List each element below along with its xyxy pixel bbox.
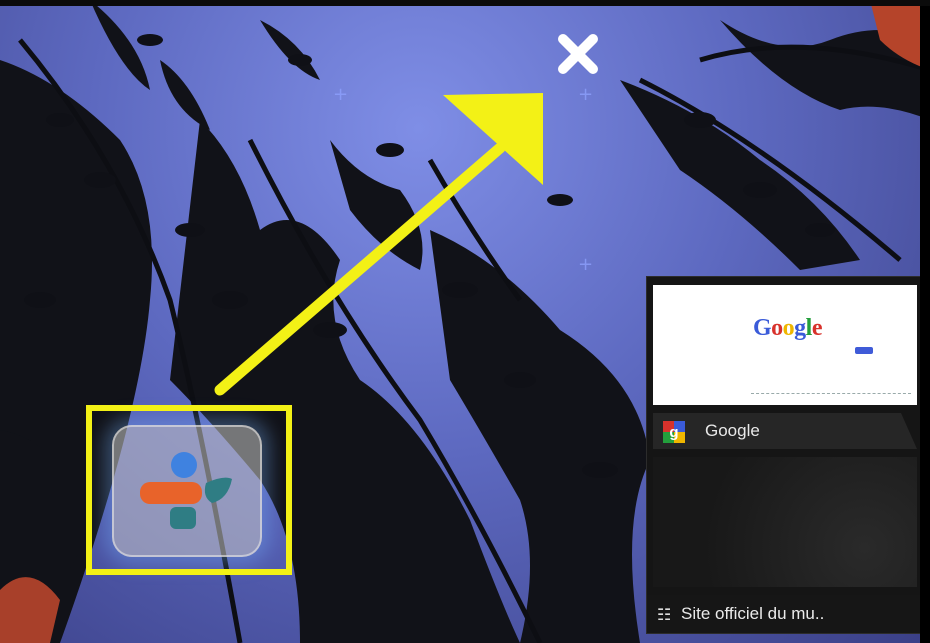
tab-title: Google xyxy=(705,421,760,440)
screen-edge xyxy=(0,0,930,6)
bookmark-item[interactable]: ☷ Site officiel du mu.. xyxy=(647,595,923,633)
google-logo: Google xyxy=(753,315,823,342)
widget-body xyxy=(653,457,917,587)
google-favicon-icon: g xyxy=(663,421,685,443)
logo-letter: e xyxy=(811,315,823,341)
svg-text:g: g xyxy=(669,424,678,441)
accessibility-icon: ☷ xyxy=(657,605,672,624)
search-button xyxy=(855,347,873,354)
tab-edge xyxy=(901,413,917,449)
highlight-frame xyxy=(86,405,292,575)
home-screen: + + + Google g Google ☷ Site officiel du… xyxy=(0,0,930,643)
logo-letter: o xyxy=(771,315,783,341)
tab-google[interactable]: g Google xyxy=(653,413,917,449)
footer-links xyxy=(751,393,911,397)
logo-letter: G xyxy=(753,315,772,341)
screen-edge xyxy=(920,0,930,643)
browser-widget[interactable]: Google g Google ☷ Site officiel du mu.. xyxy=(646,276,924,634)
page-thumbnail[interactable]: Google xyxy=(653,285,917,405)
bookmark-label: Site officiel du mu.. xyxy=(681,604,825,623)
logo-letter: o xyxy=(782,315,795,341)
logo-letter: g xyxy=(794,315,806,341)
